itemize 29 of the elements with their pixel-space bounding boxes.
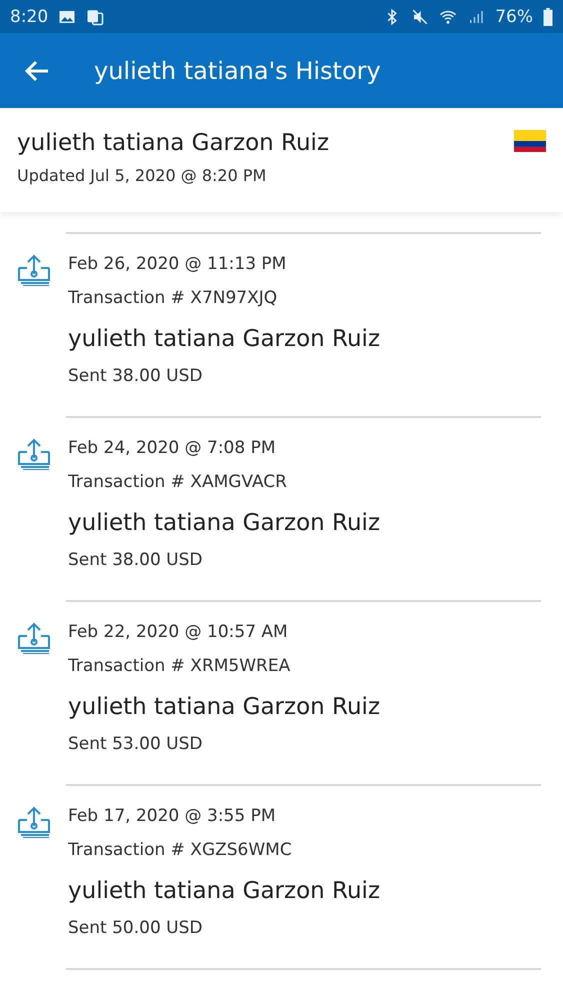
transaction-id: Transaction # XRM5WREA xyxy=(68,656,292,676)
battery-percent: 76% xyxy=(495,6,533,26)
send-money-icon xyxy=(17,622,51,654)
transaction-id: Transaction # XGZS6WMC xyxy=(68,840,293,860)
updated-time: Updated Jul 5, 2020 @ 8:20 PM xyxy=(17,166,268,185)
recipient-name: yulieth tatiana Garzon Ruiz xyxy=(68,326,380,352)
send-money-icon xyxy=(17,254,51,286)
transaction-date: Feb 22, 2020 @ 10:57 AM xyxy=(68,622,289,642)
send-money-icon xyxy=(17,806,51,838)
sent-amount: Sent 38.00 USD xyxy=(68,366,204,386)
sent-amount: Sent 38.00 USD xyxy=(68,550,204,570)
screen-title: yulieth tatiana's History xyxy=(94,56,381,84)
recipient-name: yulieth tatiana Garzon Ruiz xyxy=(68,694,380,720)
status-time: 8:20 xyxy=(10,6,48,26)
transaction-id: Transaction # XAMGVACR xyxy=(68,472,288,492)
recipient-name: yulieth tatiana Garzon Ruiz xyxy=(68,878,380,904)
sent-amount: Sent 50.00 USD xyxy=(68,918,204,938)
contact-name: yulieth tatiana Garzon Ruiz xyxy=(17,130,330,156)
recipient-name: yulieth tatiana Garzon Ruiz xyxy=(68,510,380,536)
sent-amount: Sent 53.00 USD xyxy=(68,734,204,754)
transaction-id: Transaction # X7N97XJQ xyxy=(68,288,278,308)
send-money-icon xyxy=(17,438,51,470)
transaction-date: Feb 17, 2020 @ 3:55 PM xyxy=(68,806,277,826)
mute-icon xyxy=(411,8,430,26)
transaction-date: Feb 26, 2020 @ 11:13 PM xyxy=(68,254,288,274)
flag-icon xyxy=(514,130,546,152)
transaction-date: Feb 24, 2020 @ 7:08 PM xyxy=(68,438,277,458)
battery-icon xyxy=(543,8,553,26)
back-arrow-icon[interactable] xyxy=(24,60,50,82)
